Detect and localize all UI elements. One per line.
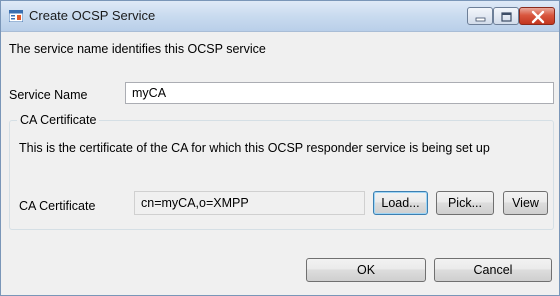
minimize-button[interactable]: [467, 7, 493, 25]
close-icon: [531, 10, 545, 24]
service-name-label: Service Name: [9, 88, 88, 102]
cancel-button[interactable]: Cancel: [434, 258, 552, 282]
view-button[interactable]: View: [503, 191, 548, 215]
maximize-icon: [501, 12, 512, 22]
service-name-input[interactable]: myCA: [125, 82, 554, 104]
ok-button[interactable]: OK: [306, 258, 426, 282]
maximize-button[interactable]: [493, 7, 519, 25]
dialog-window: Create OCSP Service The service name ide…: [0, 0, 560, 296]
ca-certificate-field: cn=myCA,o=XMPP: [134, 191, 365, 215]
load-button[interactable]: Load...: [373, 191, 428, 215]
app-window-icon: [9, 10, 23, 22]
pick-button[interactable]: Pick...: [436, 191, 494, 215]
minimize-icon: [475, 17, 486, 22]
window-title: Create OCSP Service: [29, 8, 156, 23]
dialog-description: The service name identifies this OCSP se…: [9, 42, 266, 56]
ca-certificate-group-title: CA Certificate: [17, 113, 100, 127]
ca-certificate-description: This is the certificate of the CA for wh…: [19, 141, 490, 155]
close-button[interactable]: [519, 7, 555, 25]
title-bar[interactable]: Create OCSP Service: [1, 1, 559, 32]
dialog-body: The service name identifies this OCSP se…: [1, 32, 559, 295]
ca-certificate-label: CA Certificate: [19, 199, 96, 213]
